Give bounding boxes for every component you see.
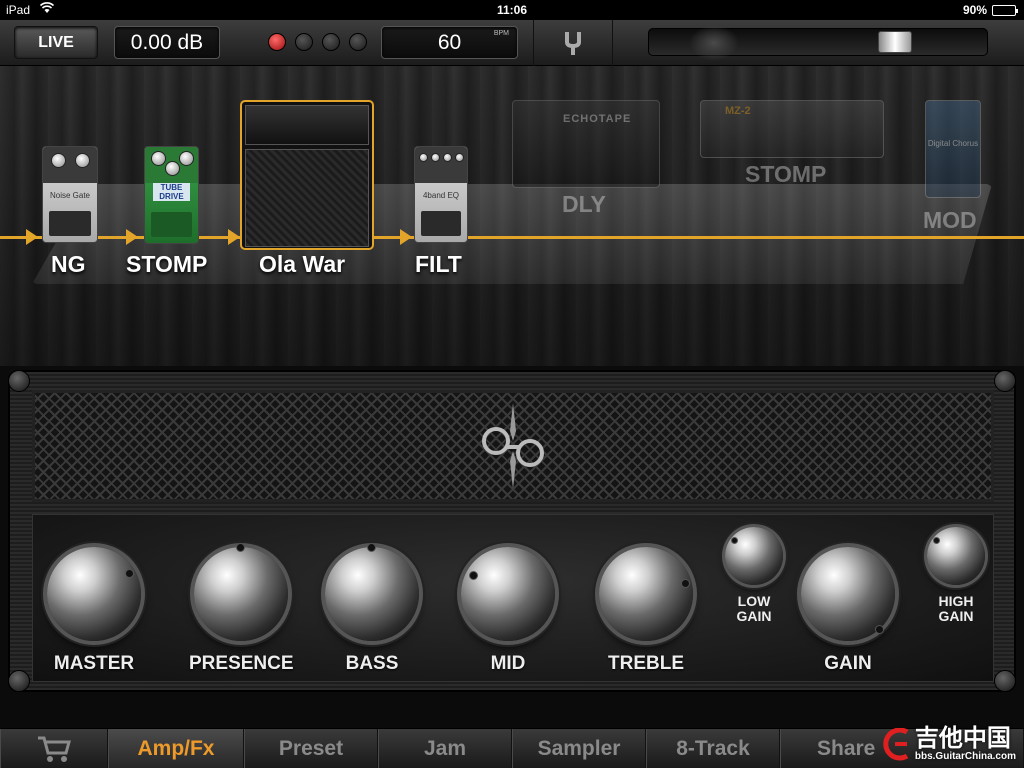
knob-treble[interactable]: TREBLE <box>599 547 693 675</box>
record-led[interactable] <box>268 33 286 51</box>
echotape-delay-unit[interactable]: ECHOTAPE <box>512 100 660 188</box>
treble-knob[interactable] <box>599 547 693 641</box>
gain-knob[interactable] <box>801 547 895 641</box>
amp-logo-icon <box>482 403 544 489</box>
knob-label-low-gain: LOW GAIN <box>736 593 772 624</box>
pedal-name: Noise Gate <box>49 190 91 200</box>
noise-gate-pedal[interactable]: Noise Gate <box>42 146 98 243</box>
status-time: 11:06 <box>496 3 528 17</box>
battery-icon <box>992 4 1018 16</box>
knob-label-high-gain: HIGH GAIN <box>938 593 974 624</box>
tuning-fork-icon <box>565 32 581 55</box>
device-brand: MZ-2 <box>725 105 751 117</box>
amp-frame: MASTER PRESENCE BASS MID TREBLE LOWGAIN <box>8 370 1016 692</box>
bass-knob[interactable] <box>325 543 419 641</box>
unit-label-dly[interactable]: DLY <box>562 191 606 218</box>
battery-percent: 90% <box>962 3 987 17</box>
amp-cabinet-thumb <box>245 149 369 247</box>
slider-glow <box>689 25 739 61</box>
master-knob[interactable] <box>47 547 141 641</box>
mz2-equalizer-unit[interactable]: MZ-2 <box>700 100 884 158</box>
watermark-url: bbs.GuitarChina.com <box>914 751 1016 762</box>
bpm-display[interactable]: 60 BPM <box>381 26 518 59</box>
signal-arrow <box>126 229 138 245</box>
presence-knob[interactable] <box>194 543 289 641</box>
pedal-name: 4band EQ <box>422 190 460 200</box>
knob-label-mid: MID <box>490 653 526 674</box>
unit-label-mod[interactable]: MOD <box>923 207 977 234</box>
knob-low-gain[interactable]: LOW GAIN <box>725 527 783 624</box>
pedal-name: TUBE DRIVE <box>153 183 190 202</box>
volume-slider-thumb[interactable] <box>878 31 912 53</box>
shopping-cart-icon <box>38 736 71 762</box>
low-gain-knob[interactable] <box>725 527 783 585</box>
amp-grille <box>32 390 994 502</box>
battery-indicator: 90% <box>962 3 1018 17</box>
live-button[interactable]: LIVE <box>14 26 98 59</box>
tube-drive-pedal[interactable]: TUBE DRIVE <box>144 146 199 244</box>
unit-label-amp[interactable]: Ola War <box>259 251 345 278</box>
tab-preset[interactable]: Preset <box>244 729 378 768</box>
bottom-tab-bar: Amp/Fx Preset Jam Sampler 8-Track Share <box>0 728 1024 768</box>
amp-thumbnail[interactable] <box>240 100 374 250</box>
tab-sampler[interactable]: Sampler <box>512 729 646 768</box>
amp-panel: MASTER PRESENCE BASS MID TREBLE LOWGAIN <box>0 366 1024 728</box>
led-3[interactable] <box>322 33 340 51</box>
tab-jam[interactable]: Jam <box>378 729 512 768</box>
signal-arrow <box>400 229 412 245</box>
knob-label-presence: PRESENCE <box>189 653 294 674</box>
eq-pedal[interactable]: 4band EQ <box>414 146 468 243</box>
corner-screw <box>8 370 30 392</box>
watermark: 吉他中国 bbs.GuitarChina.com <box>877 727 1016 762</box>
top-toolbar: LIVE 0.00 dB 60 BPM <box>0 20 1024 66</box>
amp-control-panel: MASTER PRESENCE BASS MID TREBLE LOWGAIN <box>32 514 994 682</box>
device-brand: ECHOTAPE <box>563 113 632 125</box>
digital-chorus-pedal[interactable]: Digital Chorus <box>925 100 981 198</box>
transport-leds <box>268 33 367 51</box>
watermark-title: 吉他中国 <box>914 725 1011 752</box>
knob-label-treble: TREBLE <box>608 653 684 674</box>
device-brand: Digital Chorus <box>927 139 979 148</box>
bpm-unit: BPM <box>493 30 509 37</box>
knob-label-bass: BASS <box>345 653 399 674</box>
knob-bass[interactable]: BASS <box>325 543 419 675</box>
knob-label-gain: GAIN <box>824 653 872 674</box>
shop-tab[interactable] <box>0 729 108 768</box>
unit-label-ng[interactable]: NG <box>51 251 86 278</box>
knob-label-master: MASTER <box>53 653 135 674</box>
signal-arrow <box>228 229 240 245</box>
tab-8-track[interactable]: 8-Track <box>646 729 780 768</box>
tuner-button[interactable] <box>533 20 613 66</box>
unit-label-stomp[interactable]: STOMP <box>126 251 207 278</box>
tab-amp-fx[interactable]: Amp/Fx <box>108 729 244 768</box>
knob-mid[interactable]: MID <box>461 547 555 675</box>
corner-screw <box>994 670 1016 692</box>
unit-label-filt[interactable]: FILT <box>415 251 462 278</box>
signal-arrow <box>26 229 38 245</box>
amp-head-thumb <box>245 105 369 145</box>
corner-screw <box>8 670 30 692</box>
high-gain-knob[interactable] <box>927 527 985 585</box>
volume-slider[interactable] <box>648 25 988 61</box>
level-display[interactable]: 0.00 dB <box>114 26 220 59</box>
corner-screw <box>994 370 1016 392</box>
knob-master[interactable]: MASTER <box>47 547 141 675</box>
bpm-value: 60 <box>437 30 462 54</box>
led-4[interactable] <box>349 33 367 51</box>
mid-knob[interactable] <box>461 547 555 641</box>
knob-high-gain[interactable]: HIGH GAIN <box>927 527 985 624</box>
guitar-logo-icon <box>883 727 909 760</box>
knob-presence[interactable]: PRESENCE <box>189 543 294 675</box>
knob-gain[interactable]: GAIN <box>801 547 895 675</box>
led-2[interactable] <box>295 33 313 51</box>
status-bar: iPad 11:06 90% <box>0 0 1024 20</box>
unit-label-stomp-2[interactable]: STOMP <box>745 161 826 188</box>
